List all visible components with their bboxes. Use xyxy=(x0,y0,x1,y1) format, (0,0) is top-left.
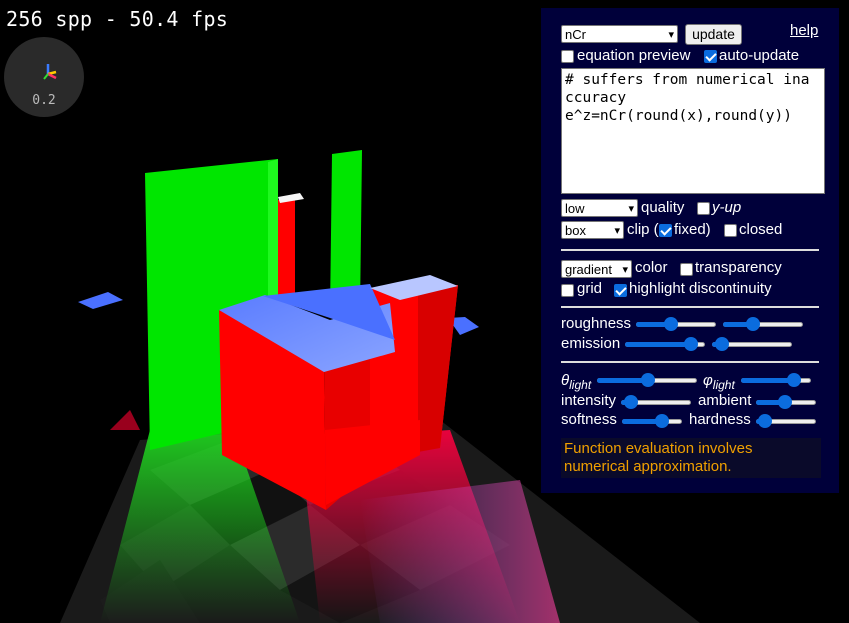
theta-light-slider[interactable] xyxy=(597,372,697,388)
slider-fill xyxy=(741,378,794,383)
slider-fill xyxy=(625,342,692,347)
divider xyxy=(561,361,819,363)
slider-thumb[interactable] xyxy=(778,395,793,409)
auto-update-label: auto-update xyxy=(719,47,800,64)
quality-select-value: low xyxy=(565,201,585,216)
intensity-label: intensity xyxy=(561,392,617,409)
highlight-discontinuity-checkbox[interactable] xyxy=(614,284,627,297)
fixed-checkbox[interactable] xyxy=(659,224,672,237)
roughness-label: roughness xyxy=(561,315,632,332)
grid-checkbox[interactable] xyxy=(561,284,574,297)
slider-thumb[interactable] xyxy=(640,373,655,387)
ambient-slider[interactable] xyxy=(756,394,816,410)
y-up-label: y-up xyxy=(712,199,742,216)
chevron-down-icon: ▾ xyxy=(614,225,620,237)
color-select[interactable]: gradient ▾ xyxy=(561,260,632,278)
quality-label: quality xyxy=(641,199,685,216)
phi-symbol: φ xyxy=(703,372,713,389)
slider-thumb[interactable] xyxy=(786,373,801,387)
closed-label: closed xyxy=(739,221,783,238)
clip-select-value: box xyxy=(565,223,586,238)
equation-preview-label: equation preview xyxy=(577,47,691,64)
function-select-value: nCr xyxy=(565,27,586,42)
slider-thumb[interactable] xyxy=(758,414,773,428)
code-line: e^z=nCr(round(x),round(y)) xyxy=(565,108,792,124)
softness-label: softness xyxy=(561,411,617,428)
slider-thumb[interactable] xyxy=(684,337,699,351)
closed-checkbox[interactable] xyxy=(724,224,737,237)
function-select[interactable]: nCr ▾ xyxy=(561,25,678,43)
softness-slider[interactable] xyxy=(622,413,682,429)
slider-thumb[interactable] xyxy=(663,317,678,331)
update-button[interactable]: update xyxy=(685,24,742,45)
chevron-down-icon: ▾ xyxy=(628,203,634,215)
phi-light-label: φlight xyxy=(703,372,735,392)
color-label: color xyxy=(635,259,668,276)
equation-editor[interactable]: # suffers from numerical ina ccuracy e^z… xyxy=(561,68,825,194)
slider-thumb[interactable] xyxy=(623,395,638,409)
axis-gizmo[interactable]: 0.2 xyxy=(4,37,84,117)
fixed-label: fixed) xyxy=(674,221,711,238)
axis-scale-label: 0.2 xyxy=(32,93,56,108)
color-select-value: gradient xyxy=(565,262,612,277)
roughness-slider-1[interactable] xyxy=(636,316,716,332)
emission-label: emission xyxy=(561,335,621,352)
chevron-down-icon: ▾ xyxy=(622,264,628,276)
transparency-label: transparency xyxy=(695,259,782,276)
phi-light-slider[interactable] xyxy=(741,372,811,388)
emission-slider-1[interactable] xyxy=(625,336,705,352)
y-up-checkbox[interactable] xyxy=(697,202,710,215)
ambient-label: ambient xyxy=(698,392,752,409)
slider-thumb[interactable] xyxy=(746,317,761,331)
theta-symbol: θ xyxy=(561,372,570,389)
code-line: ccuracy xyxy=(565,90,627,106)
highlight-discontinuity-label: highlight discontinuity xyxy=(629,280,772,297)
warning-message: Function evaluation involves numerical a… xyxy=(561,438,821,478)
divider xyxy=(561,249,819,251)
intensity-slider[interactable] xyxy=(621,394,691,410)
divider xyxy=(561,306,819,308)
hardness-slider[interactable] xyxy=(756,413,816,429)
hardness-label: hardness xyxy=(689,411,751,428)
theta-subscript: light xyxy=(569,378,592,392)
slider-thumb[interactable] xyxy=(715,337,730,351)
code-line: # suffers from numerical ina xyxy=(565,72,810,88)
equation-preview-checkbox[interactable] xyxy=(561,50,574,63)
auto-update-checkbox[interactable] xyxy=(704,50,717,63)
quality-select[interactable]: low ▾ xyxy=(561,199,638,217)
clip-select[interactable]: box ▾ xyxy=(561,221,624,239)
control-panel: nCr ▾ update help equation preview auto-… xyxy=(541,8,839,493)
grid-label: grid xyxy=(577,280,603,297)
emission-slider-2[interactable] xyxy=(712,336,792,352)
blue-tile-left xyxy=(78,292,123,309)
clip-label: clip ( xyxy=(627,221,659,238)
roughness-slider-2[interactable] xyxy=(723,316,803,332)
transparency-checkbox[interactable] xyxy=(680,263,693,276)
help-link[interactable]: help xyxy=(790,22,818,39)
fps-counter: 256 spp - 50.4 fps xyxy=(6,7,229,31)
chevron-down-icon: ▾ xyxy=(668,29,674,41)
theta-light-label: θlight xyxy=(561,372,591,392)
slider-thumb[interactable] xyxy=(655,414,670,428)
phi-subscript: light xyxy=(712,378,735,392)
